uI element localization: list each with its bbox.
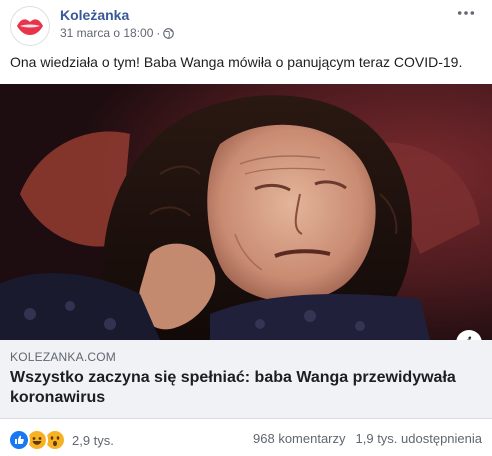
link-title: Wszystko zaczyna się spełniać: baba Wang… [10,369,456,406]
link-preview[interactable]: KOLEZANKA.COM Wszystko zaczyna się spełn… [0,340,492,419]
reactions-summary[interactable]: 2,9 tys. [8,429,114,451]
post-meta: 31 marca o 18:00 · [60,26,175,40]
page-name-link[interactable]: Koleżanka [60,7,129,23]
lips-logo-icon [17,19,43,35]
shares-count-link[interactable]: 1,9 tys. udostępnienia [356,431,482,446]
post-image[interactable] [0,84,492,340]
comments-count-link[interactable]: 968 komentarzy [253,431,346,446]
more-horizontal-icon [457,11,475,15]
post-caption: Ona wiedziała o tym! Baba Wanga mówiła o… [10,54,463,70]
globe-icon [163,27,175,39]
post-timestamp[interactable]: 31 marca o 18:00 [60,26,153,40]
more-options-button[interactable] [454,4,478,22]
page-avatar[interactable] [10,6,50,46]
post-stats: 968 komentarzy 1,9 tys. udostępnienia [253,431,482,446]
reaction-count: 2,9 tys. [72,432,114,448]
link-domain: KOLEZANKA.COM [10,350,116,364]
facebook-post: Koleżanka 31 marca o 18:00 · Ona wiedzia… [0,0,492,456]
engagement-bar: 2,9 tys. 968 komentarzy 1,9 tys. udostęp… [0,419,492,456]
meta-separator: · [156,26,161,40]
like-icon [8,429,30,451]
post-header: Koleżanka 31 marca o 18:00 · [0,0,492,46]
